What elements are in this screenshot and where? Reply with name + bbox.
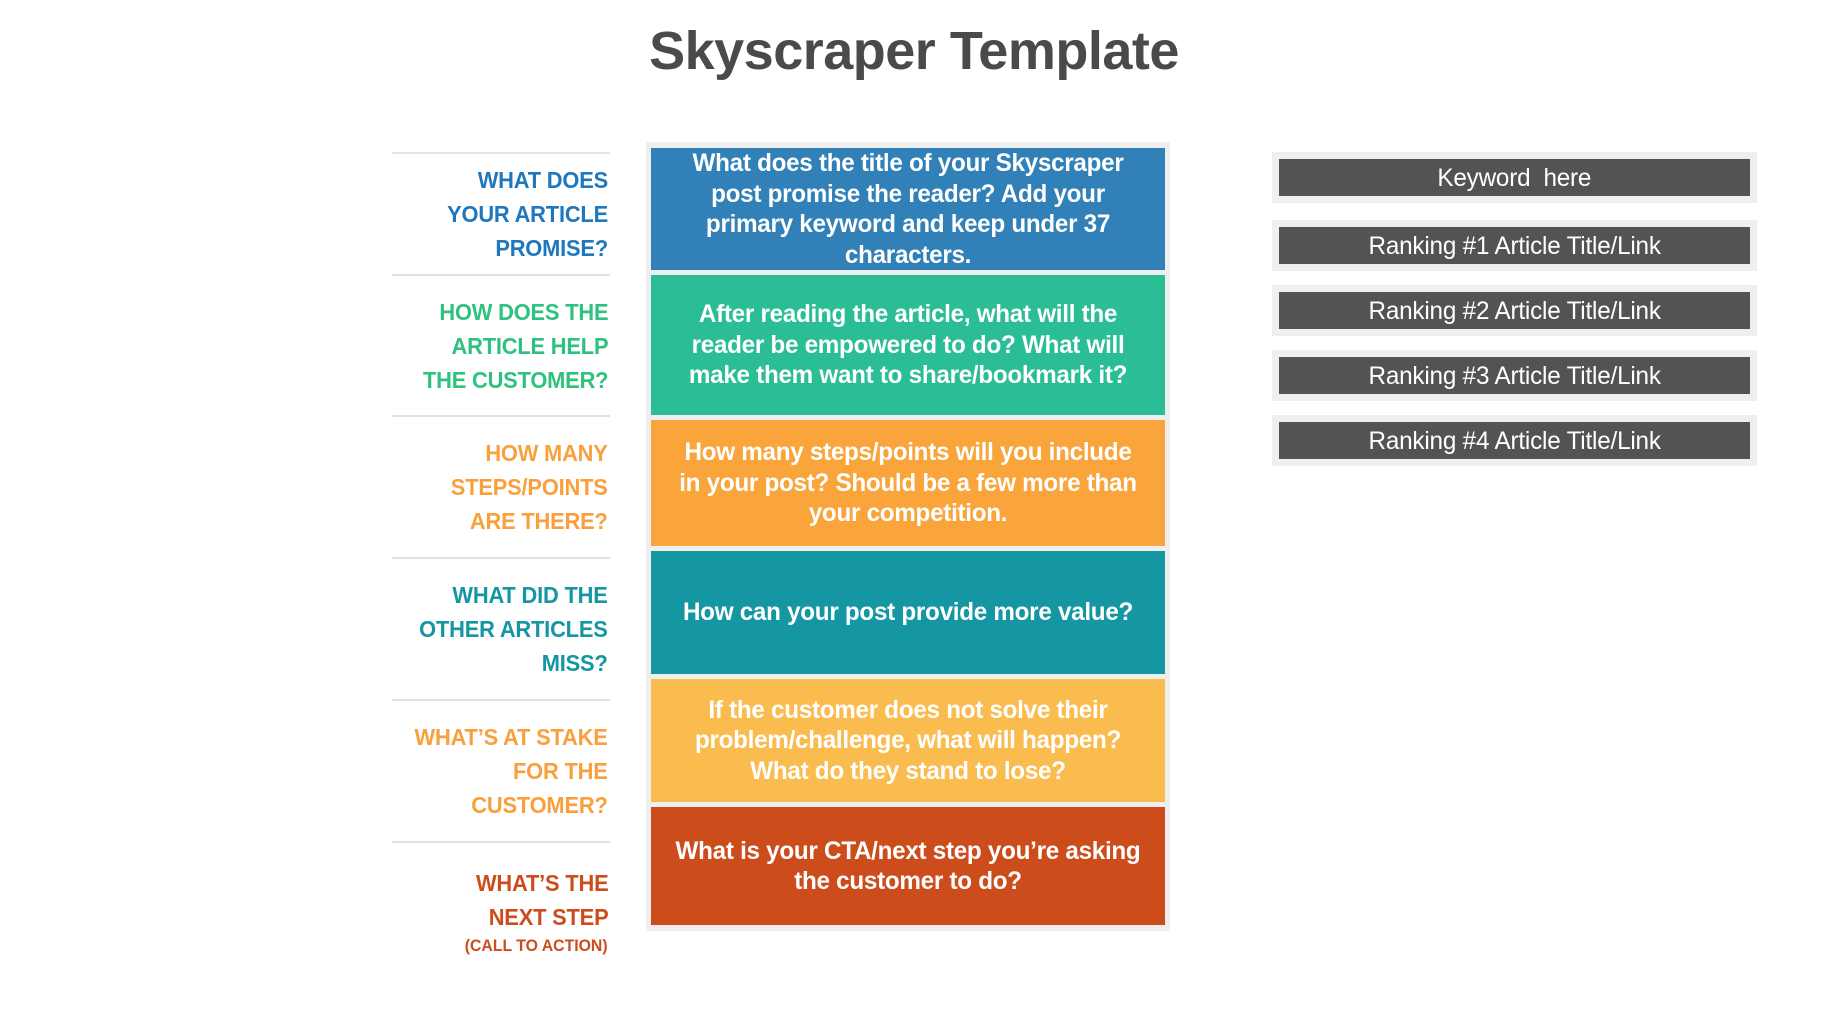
keyword-button-label: Keyword here xyxy=(1437,163,1592,192)
question-label-row: WHAT DID THE OTHER ARTICLES MISS? xyxy=(392,557,610,699)
answer-card-text: How many steps/points will you include i… xyxy=(679,438,1137,528)
answer-card[interactable]: What does the title of your Skyscraper p… xyxy=(651,148,1165,270)
answer-card[interactable]: After reading the article, what will the… xyxy=(651,275,1165,415)
ranking-frame: Ranking #2 Article Title/Link xyxy=(1272,285,1757,336)
keyword-button[interactable]: Keyword here xyxy=(1279,159,1750,196)
question-label-row: WHAT’S THE NEXT STEP (CALL TO ACTION) xyxy=(392,841,610,981)
answer-card-text: What is your CTA/next step you’re asking… xyxy=(675,836,1141,896)
ranking-button-label: Ranking #2 Article Title/Link xyxy=(1368,296,1661,325)
question-label-text: WHAT DID THE OTHER ARTICLES MISS? xyxy=(419,582,609,676)
question-label-row: WHAT DOES YOUR ARTICLE PROMISE? xyxy=(392,152,610,274)
ranking-button-label: Ranking #1 Article Title/Link xyxy=(1368,231,1661,260)
question-label-text: HOW MANY STEPS/POINTS ARE THERE? xyxy=(451,440,608,534)
answer-card[interactable]: How many steps/points will you include i… xyxy=(651,420,1165,546)
ranking-button-label: Ranking #4 Article Title/Link xyxy=(1368,426,1661,455)
question-label-column: WHAT DOES YOUR ARTICLE PROMISE? HOW DOES… xyxy=(392,152,610,981)
answer-card-text: After reading the article, what will the… xyxy=(688,300,1128,390)
ranking-frame: Ranking #4 Article Title/Link xyxy=(1272,415,1757,466)
ranking-column: Keyword here Ranking #1 Article Title/Li… xyxy=(1272,152,1757,480)
answer-card[interactable]: What is your CTA/next step you’re asking… xyxy=(651,807,1165,925)
question-label-row: WHAT’S AT STAKE FOR THE CUSTOMER? xyxy=(392,699,610,841)
ranking-button-label: Ranking #3 Article Title/Link xyxy=(1368,361,1661,390)
page-title: Skyscraper Template xyxy=(649,21,1179,81)
ranking-button-4[interactable]: Ranking #4 Article Title/Link xyxy=(1279,422,1750,459)
question-label-text: WHAT’S THE NEXT STEP xyxy=(475,870,609,930)
question-label-row: HOW MANY STEPS/POINTS ARE THERE? xyxy=(392,415,610,557)
question-label-text: HOW DOES THE ARTICLE HELP THE CUSTOMER? xyxy=(422,298,609,393)
ranking-frame: Ranking #3 Article Title/Link xyxy=(1272,350,1757,401)
answer-card[interactable]: How can your post provide more value? xyxy=(651,551,1165,674)
ranking-button-1[interactable]: Ranking #1 Article Title/Link xyxy=(1279,227,1750,264)
question-label-text: WHAT DOES YOUR ARTICLE PROMISE? xyxy=(447,167,608,261)
question-label-subtext: (CALL TO ACTION) xyxy=(465,936,608,955)
keyword-frame: Keyword here xyxy=(1272,152,1757,203)
question-label-row: HOW DOES THE ARTICLE HELP THE CUSTOMER? xyxy=(392,274,610,415)
answer-card-column: What does the title of your Skyscraper p… xyxy=(646,142,1170,931)
ranking-button-3[interactable]: Ranking #3 Article Title/Link xyxy=(1279,357,1750,394)
question-label-text: WHAT’S AT STAKE FOR THE CUSTOMER? xyxy=(414,724,608,818)
answer-card-text: If the customer does not solve their pro… xyxy=(694,695,1122,785)
ranking-button-2[interactable]: Ranking #2 Article Title/Link xyxy=(1279,292,1750,329)
answer-card-text: What does the title of your Skyscraper p… xyxy=(692,149,1124,269)
answer-card[interactable]: If the customer does not solve their pro… xyxy=(651,679,1165,802)
answer-card-text: How can your post provide more value? xyxy=(682,598,1134,627)
ranking-frame: Ranking #1 Article Title/Link xyxy=(1272,220,1757,271)
